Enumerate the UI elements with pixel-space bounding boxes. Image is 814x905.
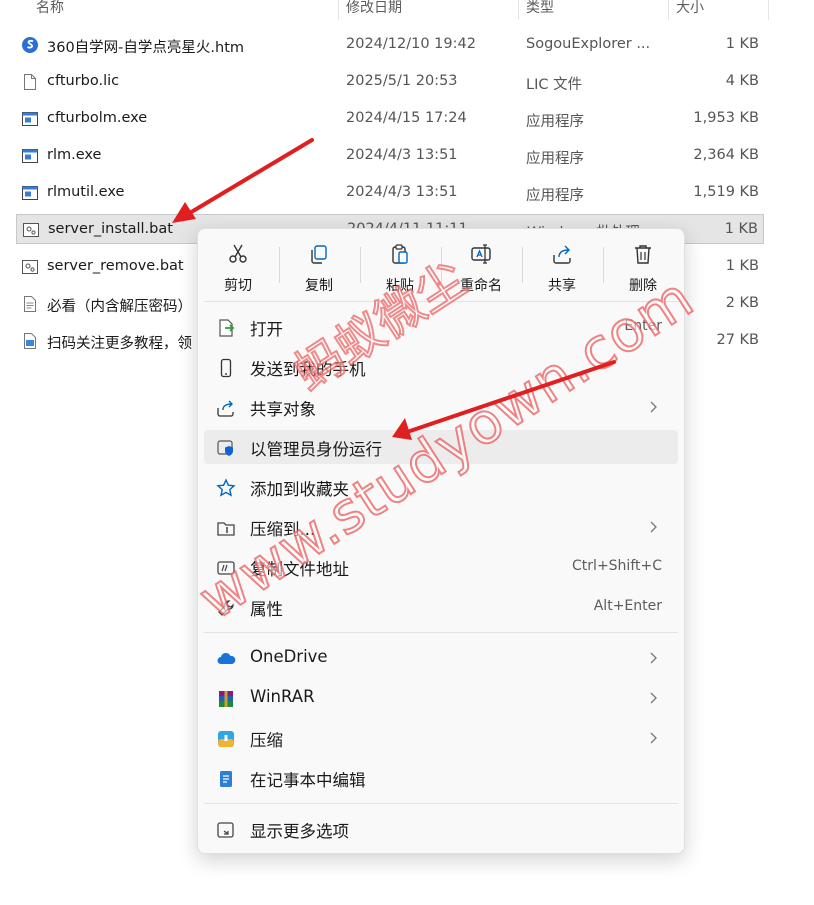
trash-icon [635, 245, 651, 264]
cut-button[interactable]: 剪切 [198, 237, 278, 295]
column-header: 名称 修改日期 类型 大小 [0, 0, 770, 20]
file-modified: 2025/5/1 20:53 [346, 73, 458, 89]
menu-item-label: 共享对象 [250, 400, 316, 419]
open-icon [219, 319, 235, 337]
separator [204, 803, 678, 804]
share-button[interactable]: 共享 [522, 237, 602, 295]
file-size: 1,953 KB [693, 110, 759, 126]
file-size: 4 KB [725, 73, 759, 89]
column-divider[interactable] [768, 0, 769, 20]
file-size: 27 KB [716, 332, 759, 348]
file-modified: 2024/12/10 19:42 [346, 36, 476, 52]
chevron-right-icon [650, 652, 657, 664]
share-icon [217, 400, 234, 417]
file-row[interactable]: cfturbolm.exe 2024/4/15 17:24 应用程序 1,953… [16, 104, 764, 134]
separator [204, 632, 678, 633]
shortcut-text: Alt+Enter [593, 598, 662, 614]
share-label: 共享 [548, 278, 576, 294]
compress-icon [218, 731, 234, 747]
file-name: server_install.bat [48, 221, 173, 237]
text-file-icon [24, 296, 36, 312]
file-name: cfturbolm.exe [47, 110, 148, 126]
star-icon [216, 478, 236, 497]
file-name: server_remove.bat [47, 258, 184, 274]
chevron-right-icon [650, 732, 657, 744]
rename-icon [471, 244, 491, 264]
column-divider[interactable] [518, 0, 519, 20]
file-size: 1,519 KB [693, 184, 759, 200]
column-name[interactable]: 名称 [36, 0, 64, 17]
copy-label: 复制 [305, 278, 333, 294]
menu-item-compress[interactable]: 压缩 [204, 721, 678, 755]
menu-item-label: 打开 [250, 320, 283, 339]
blank-file-icon [24, 74, 36, 90]
cut-label: 剪切 [224, 278, 252, 294]
chevron-right-icon [650, 401, 657, 413]
file-type: 应用程序 [526, 188, 584, 204]
shortcut-text: Ctrl+Shift+C [572, 558, 662, 574]
file-row[interactable]: cfturbo.lic 2025/5/1 20:53 LIC 文件 4 KB [16, 67, 764, 97]
zip-folder-icon [217, 522, 235, 536]
file-size: 1 KB [725, 258, 759, 274]
file-type: LIC 文件 [526, 77, 583, 93]
exe-icon [22, 149, 38, 163]
copy-button[interactable]: 复制 [279, 237, 359, 295]
scissors-icon [229, 244, 247, 263]
menu-item-label: 显示更多选项 [250, 822, 349, 841]
file-name: rlm.exe [47, 147, 102, 163]
chevron-right-icon [650, 521, 657, 533]
file-modified: 2024/4/15 17:24 [346, 110, 467, 126]
file-row[interactable]: rlm.exe 2024/4/3 13:51 应用程序 2,364 KB [16, 141, 764, 171]
sogou-html-icon [22, 37, 38, 53]
file-modified: 2024/4/3 13:51 [346, 184, 458, 200]
column-size[interactable]: 大小 [676, 0, 704, 17]
share-icon [553, 245, 571, 264]
file-size: 1 KB [724, 221, 758, 237]
file-row[interactable]: 360自学网-自学点亮星火.htm 2024/12/10 19:42 Sogou… [16, 30, 764, 60]
file-name: cfturbo.lic [47, 73, 120, 89]
file-name: 360自学网-自学点亮星火.htm [47, 40, 245, 56]
exe-icon [22, 112, 38, 126]
file-row[interactable]: rlmutil.exe 2024/4/3 13:51 应用程序 1,519 KB [16, 178, 764, 208]
column-modified[interactable]: 修改日期 [346, 0, 402, 17]
more-options-icon [217, 822, 234, 838]
bat-icon [22, 260, 38, 274]
menu-item-label: 以管理员身份运行 [250, 440, 382, 459]
file-size: 2,364 KB [693, 147, 759, 163]
file-size: 2 KB [725, 295, 759, 311]
menu-item-show-more[interactable]: 显示更多选项 [204, 812, 678, 846]
file-name: rlmutil.exe [47, 184, 125, 200]
notepad-icon [220, 771, 232, 787]
copy-icon [311, 245, 327, 264]
menu-item-edit-notepad[interactable]: 在记事本中编辑 [204, 761, 678, 795]
shield-icon [217, 440, 233, 456]
column-divider[interactable] [338, 0, 339, 20]
chevron-right-icon [650, 692, 657, 704]
menu-item-label: 在记事本中编辑 [250, 771, 366, 790]
phone-icon [220, 358, 232, 378]
file-type: SogouExplorer ... [526, 36, 651, 52]
menu-item-label: WinRAR [250, 687, 315, 706]
image-file-icon [24, 333, 36, 349]
menu-item-label: 压缩 [250, 731, 283, 750]
file-name: 必看（内含解压密码） [47, 299, 192, 315]
file-name: 扫码关注更多教程，领 [47, 336, 192, 352]
file-size: 1 KB [725, 36, 759, 52]
exe-icon [22, 186, 38, 200]
bat-icon [23, 223, 39, 237]
menu-item-winrar[interactable]: WinRAR [204, 681, 678, 715]
column-divider[interactable] [668, 0, 669, 20]
file-type: 应用程序 [526, 151, 584, 167]
file-modified: 2024/4/3 13:51 [346, 147, 458, 163]
file-type: 应用程序 [526, 114, 584, 130]
onedrive-icon [217, 652, 236, 664]
winrar-icon [219, 691, 233, 707]
column-type[interactable]: 类型 [526, 0, 554, 17]
menu-item-onedrive[interactable]: OneDrive [204, 641, 678, 675]
menu-item-label: OneDrive [250, 647, 328, 666]
